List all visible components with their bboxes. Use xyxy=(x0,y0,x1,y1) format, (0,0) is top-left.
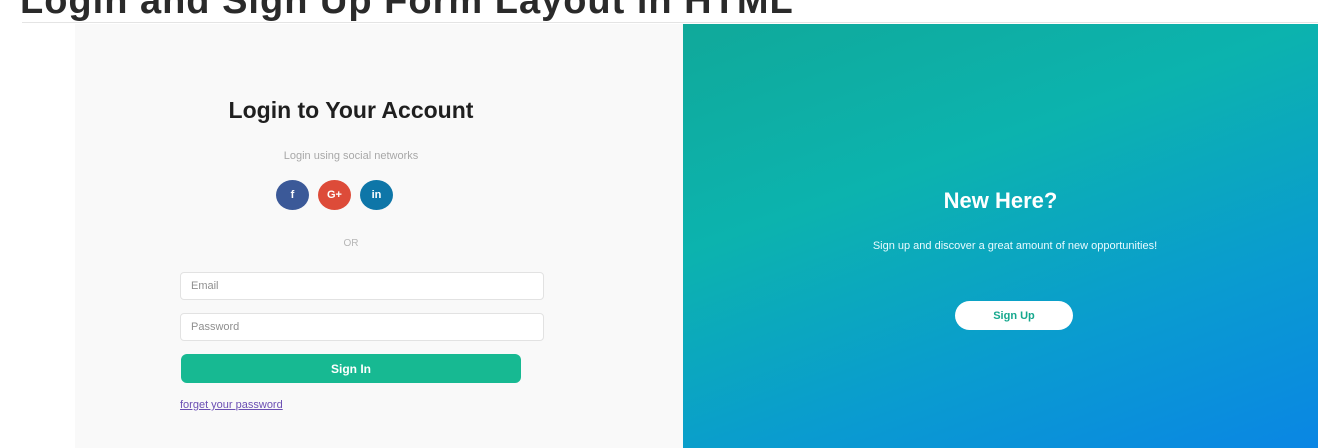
or-divider: OR xyxy=(343,238,359,249)
page-heading: Login and Sign Up Form Layout in HTML xyxy=(20,0,794,22)
signup-panel xyxy=(683,24,1318,448)
linkedin-login-button[interactable]: in xyxy=(360,180,393,210)
email-field[interactable] xyxy=(180,272,544,300)
sign-in-button[interactable]: Sign In xyxy=(181,354,521,383)
password-field[interactable] xyxy=(180,313,544,341)
social-login-buttons: f G+ in xyxy=(276,180,426,210)
signup-description: Sign up and discover a great amount of n… xyxy=(872,240,1158,252)
facebook-login-button[interactable]: f xyxy=(276,180,309,210)
social-login-caption: Login using social networks xyxy=(283,150,419,162)
google-plus-login-button[interactable]: G+ xyxy=(318,180,351,210)
linkedin-icon: in xyxy=(371,189,382,201)
page: Login and Sign Up Form Layout in HTML Lo… xyxy=(0,0,1318,448)
header-divider xyxy=(22,22,1318,23)
facebook-icon: f xyxy=(290,189,295,201)
google-plus-icon: G+ xyxy=(327,189,342,201)
sign-up-button[interactable]: Sign Up xyxy=(955,301,1073,330)
login-panel xyxy=(75,24,683,448)
login-title: Login to Your Account xyxy=(228,97,474,123)
forgot-password-link[interactable]: forget your password xyxy=(180,399,283,411)
signup-title: New Here? xyxy=(943,188,1058,213)
